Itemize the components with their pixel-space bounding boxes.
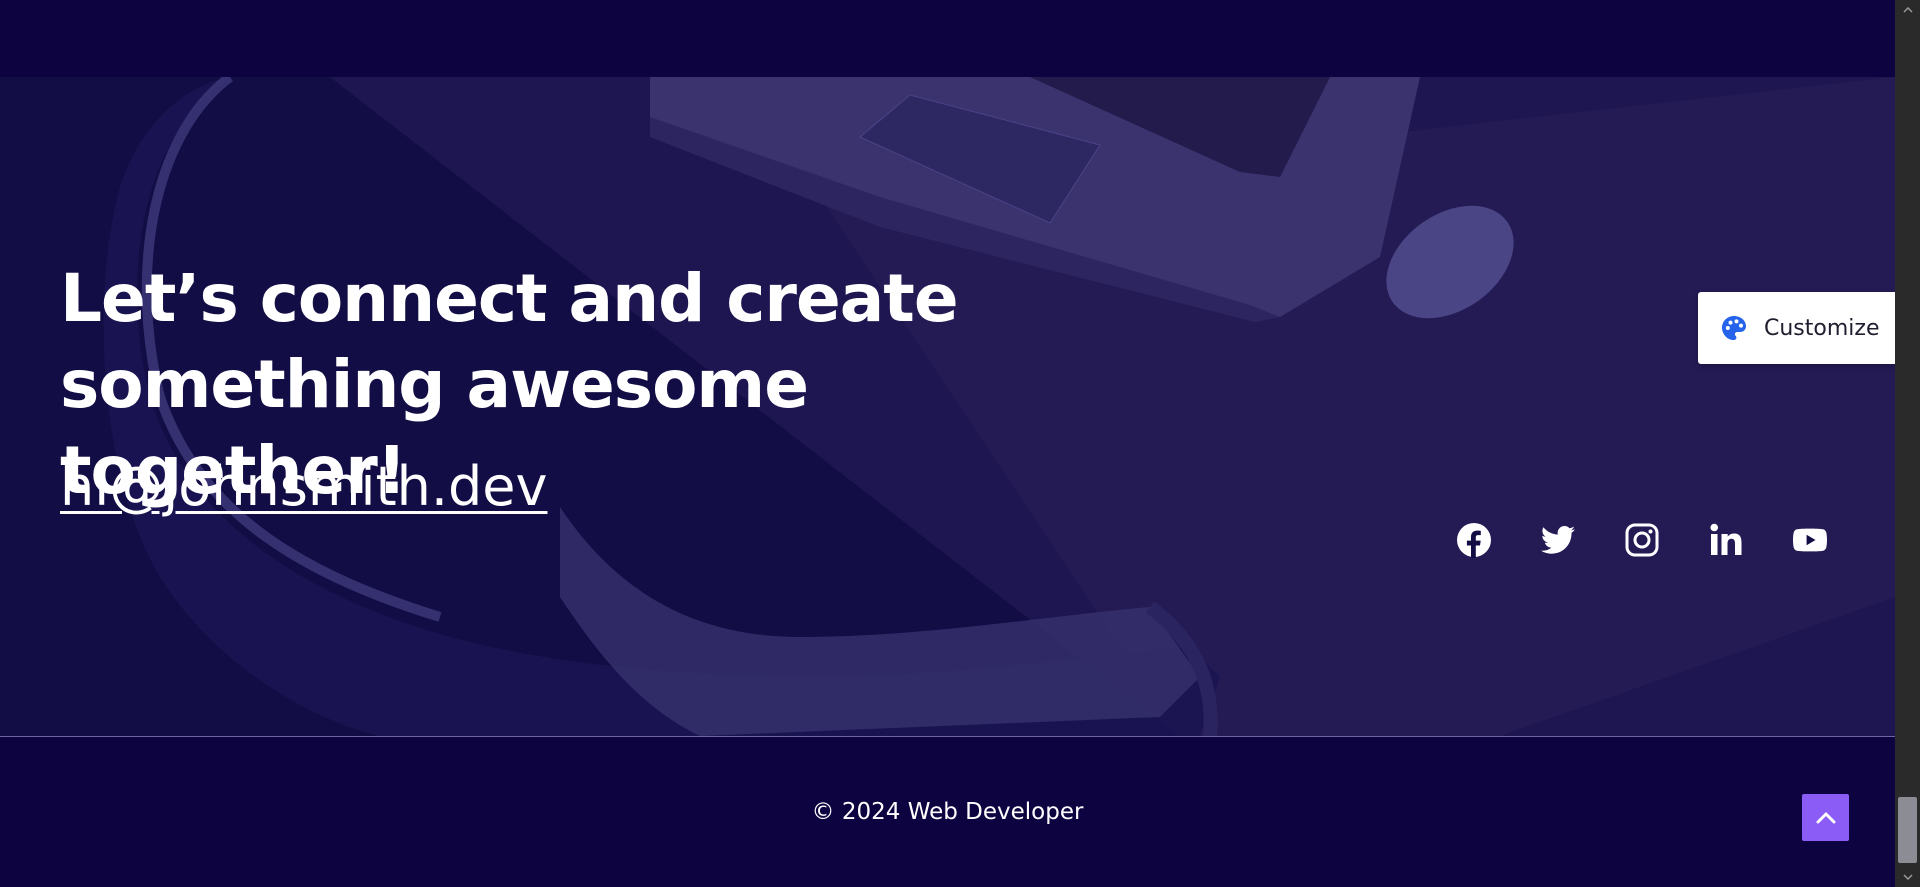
social-links [1456,516,1828,564]
page: Let’s connect and create something aweso… [0,0,1920,887]
chevron-up-icon [1816,812,1835,823]
instagram-link[interactable] [1624,522,1660,558]
footer: © 2024 Web Developer [0,737,1895,887]
scrollbar-thumb[interactable] [1898,797,1917,863]
twitter-icon [1540,526,1575,554]
customize-button[interactable]: Customize [1698,292,1895,364]
palette-icon [1722,316,1746,340]
contact-hero-section: Let’s connect and create something aweso… [0,77,1895,736]
linkedin-icon [1710,523,1742,555]
youtube-icon [1793,528,1827,552]
copyright-text: © 2024 Web Developer [811,799,1084,825]
facebook-link[interactable] [1456,522,1492,558]
scroll-down-icon [1902,874,1913,880]
facebook-icon [1457,523,1491,558]
scroll-down-arrow[interactable] [1895,867,1920,887]
headline-line-1: Let’s connect and create [60,260,959,337]
customize-label: Customize [1764,315,1880,341]
scroll-up-icon [1902,7,1913,13]
youtube-link[interactable] [1792,522,1828,558]
top-navbar [0,0,1895,77]
scroll-up-arrow[interactable] [1895,0,1920,20]
instagram-icon [1625,523,1659,557]
twitter-link[interactable] [1540,522,1576,558]
email-link[interactable]: hi@johnsmith.dev [60,452,547,522]
linkedin-link[interactable] [1708,522,1744,558]
vertical-scrollbar[interactable] [1895,0,1920,887]
back-to-top-button[interactable] [1802,794,1849,841]
